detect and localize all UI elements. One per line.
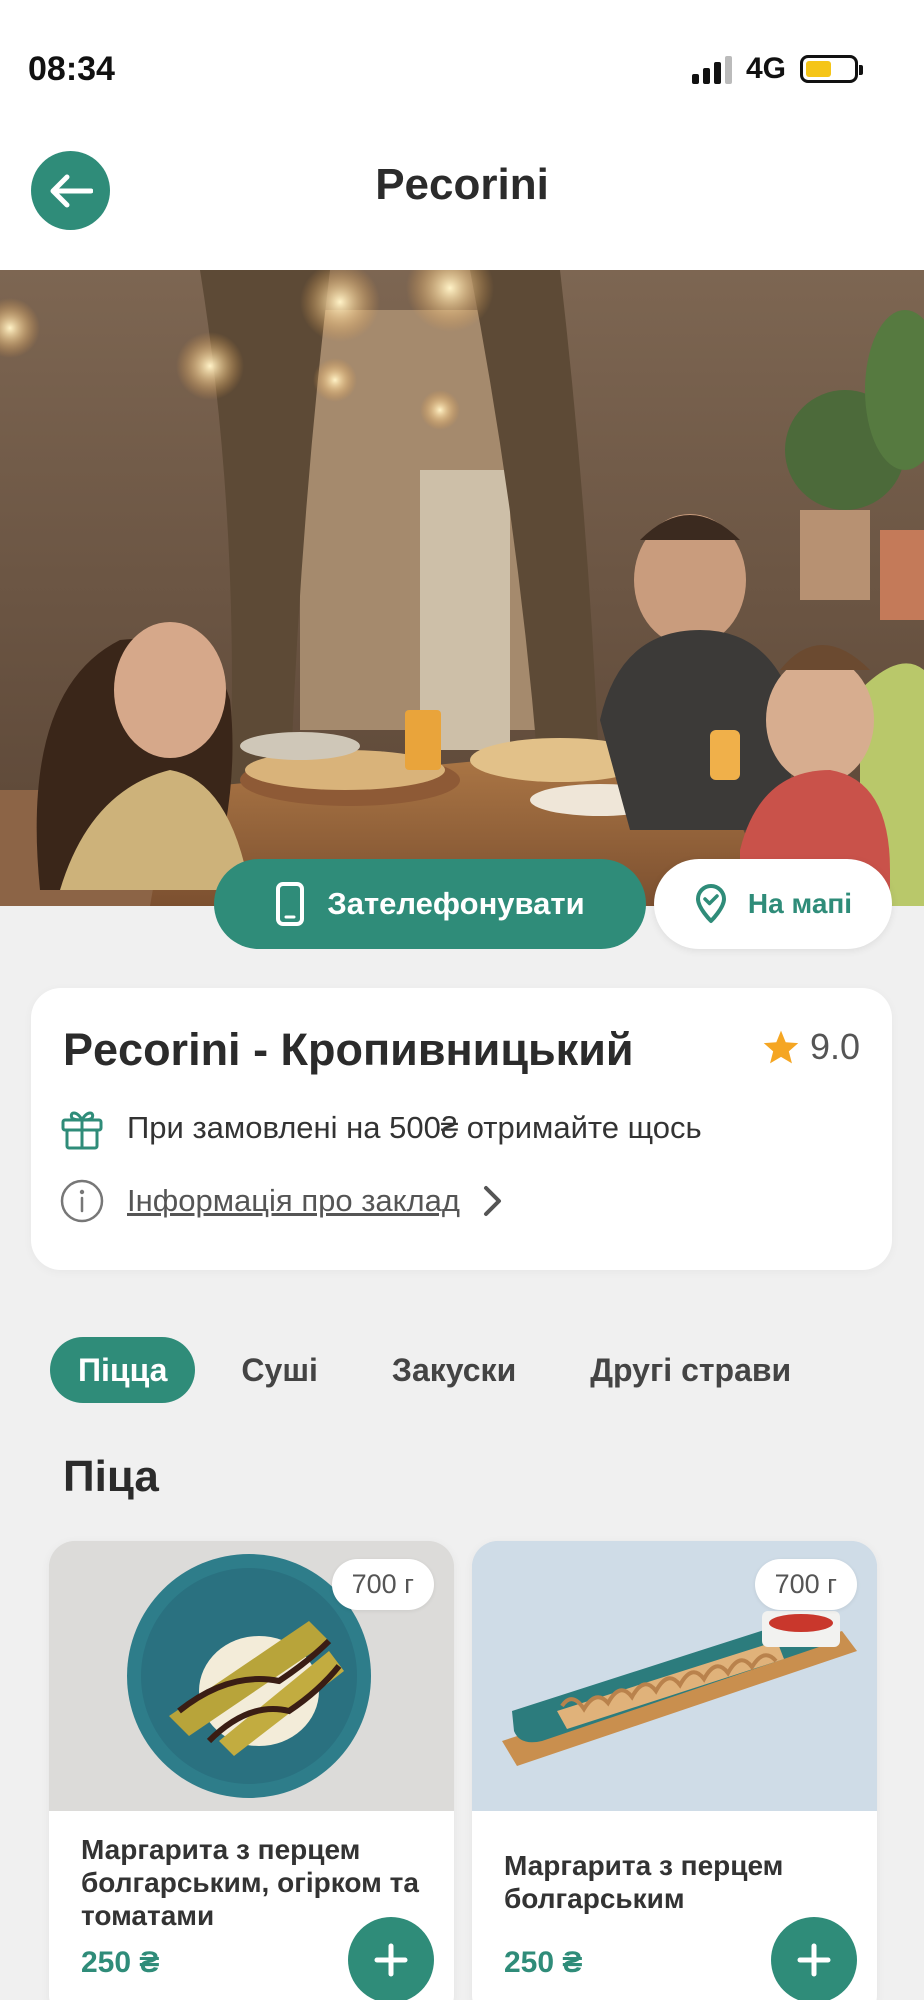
header: Pecorini (0, 120, 924, 270)
venue-name: Pecorini - Кропивницький (63, 1024, 634, 1075)
restaurant-photo (0, 270, 924, 906)
promo-text: При замовлені на 500₴ отримайте щось (127, 1110, 702, 1145)
plus-icon (797, 1943, 831, 1977)
tab-pizza[interactable]: Піцца (50, 1337, 196, 1403)
product-name: Маргарита з перцем болгарським, огірком … (81, 1834, 419, 1931)
weight-badge: 700 г (331, 1559, 434, 1610)
network-type: 4G (745, 52, 786, 85)
signal-icon (691, 54, 732, 84)
plus-icon (374, 1943, 408, 1977)
weight-badge: 700 г (754, 1559, 857, 1610)
section-title: Піца (63, 1452, 159, 1501)
status-bar: 08:34 4G (0, 0, 924, 120)
tab-main-courses[interactable]: Другі страви (562, 1337, 819, 1403)
product-image: 700 г (49, 1541, 454, 1811)
product-card[interactable]: 700 г Маргарита з перцем болгарським, ог… (49, 1541, 454, 2000)
venue-info-link[interactable]: Інформація про заклад (59, 1178, 504, 1224)
hero-image (0, 270, 924, 906)
add-to-cart-button[interactable] (771, 1917, 857, 2000)
promo-row: При замовлені на 500₴ отримайте щось (59, 1106, 702, 1150)
star-icon (763, 1030, 799, 1064)
status-time: 08:34 (28, 50, 115, 88)
map-button[interactable]: На мапі (654, 859, 892, 949)
call-button-label: Зателефонувати (327, 886, 585, 921)
info-icon (60, 1179, 104, 1223)
chevron-right-icon (483, 1186, 501, 1216)
battery-icon (800, 55, 863, 83)
map-pin-icon (695, 884, 726, 923)
rating-value: 9.0 (809, 1026, 860, 1067)
status-indicators: 4G (691, 52, 863, 86)
tab-sushi[interactable]: Суші (213, 1337, 345, 1403)
product-image: 700 г (472, 1541, 877, 1811)
product-name: Маргарита з перцем болгарським (504, 1850, 784, 1914)
category-tabs: Піцца Суші Закуски Другі страви (50, 1337, 837, 1403)
phone-icon (276, 882, 305, 926)
product-price: 250 ₴ (504, 1946, 583, 1979)
page-title: Pecorini (375, 160, 549, 209)
product-card[interactable]: 700 г Маргарита з перцем болгарським 250… (472, 1541, 877, 2000)
add-to-cart-button[interactable] (348, 1917, 434, 2000)
gift-icon (61, 1111, 103, 1150)
rating: 9.0 (762, 1026, 860, 1068)
venue-info-card: Pecorini - Кропивницький 9.0 При замовле… (31, 988, 892, 1270)
venue-info-link-label: Інформація про заклад (127, 1183, 460, 1218)
call-button[interactable]: Зателефонувати (214, 859, 646, 949)
tab-snacks[interactable]: Закуски (364, 1337, 544, 1403)
map-button-label: На мапі (747, 888, 853, 919)
product-price: 250 ₴ (81, 1946, 160, 1979)
